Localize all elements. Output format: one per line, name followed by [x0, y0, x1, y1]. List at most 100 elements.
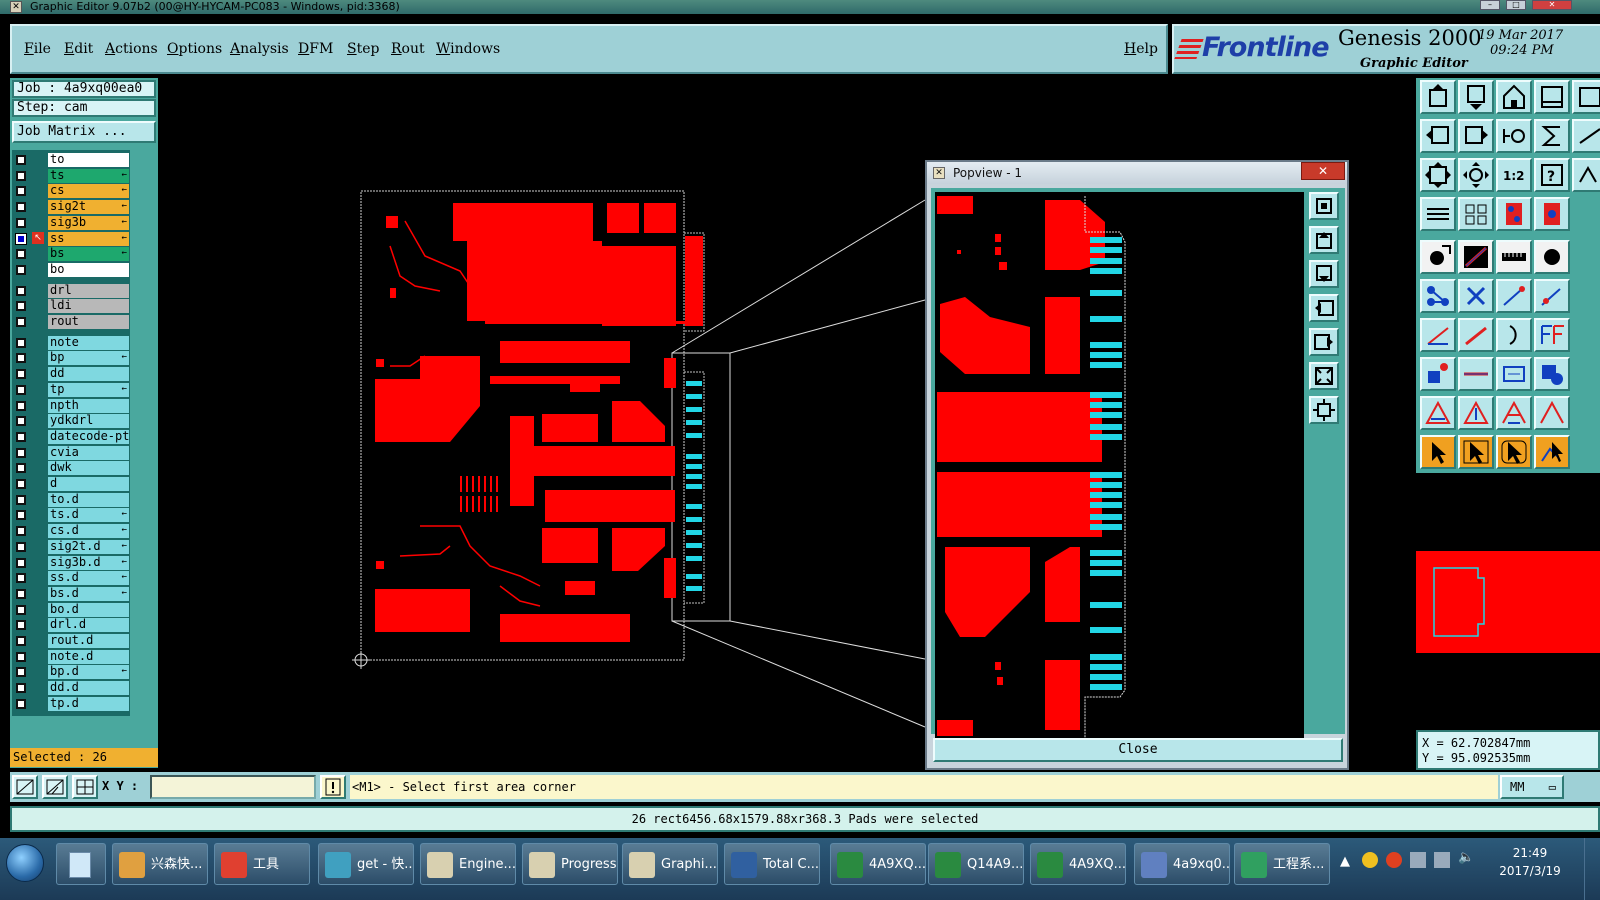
layer-checkbox[interactable] [16, 526, 26, 537]
triangle-b-icon[interactable] [1534, 396, 1570, 430]
taskbar-item[interactable]: Total C... [724, 843, 820, 885]
menu-step[interactable]: Step [347, 41, 379, 57]
slash-line-icon[interactable] [1458, 318, 1494, 352]
layer-checkbox[interactable] [16, 541, 26, 552]
layer-row[interactable]: ↖ ss ← [12, 231, 130, 246]
layer-row[interactable]: bp ← [12, 350, 130, 366]
connect-nodes-icon[interactable] [1420, 279, 1456, 313]
layer-checkbox[interactable] [16, 317, 26, 327]
zoom-fit-icon[interactable] [1420, 158, 1456, 192]
layer-row[interactable]: dd [12, 366, 130, 382]
zoom-down-icon[interactable] [1458, 80, 1494, 114]
surface-icon[interactable] [1534, 357, 1570, 391]
layer-name[interactable]: bo [48, 262, 129, 277]
layer-name[interactable]: sig3b ← [48, 215, 129, 230]
layer-row[interactable]: note.d [12, 649, 130, 664]
layer-row[interactable]: cs.d ← [12, 523, 130, 539]
layer-checkbox[interactable] [16, 249, 26, 260]
layer-checkbox[interactable] [16, 479, 26, 489]
snap-icon[interactable] [1572, 158, 1600, 192]
layer-checkbox[interactable] [16, 463, 26, 474]
layer-checkbox[interactable] [16, 202, 26, 213]
layer-checkbox[interactable] [16, 573, 26, 584]
popview-pan-right-button[interactable] [1309, 328, 1339, 356]
line-add-icon[interactable] [1458, 240, 1494, 274]
layer-name[interactable]: cvia [48, 445, 129, 460]
text-f-icon[interactable] [1534, 318, 1570, 352]
layer-name[interactable]: dwk [48, 461, 129, 476]
layer-name[interactable]: sig2t ← [48, 200, 129, 215]
overview-minimap[interactable] [1416, 476, 1600, 729]
layer-name[interactable]: cs ← [48, 184, 129, 199]
layer-name[interactable]: bs ← [48, 247, 129, 262]
sigma-icon[interactable] [1534, 119, 1570, 153]
taskbar-item[interactable]: 工具 [214, 843, 310, 885]
taskbar-item[interactable]: 4a9xq0... [1134, 843, 1230, 885]
tray-flag-icon[interactable] [1410, 852, 1426, 868]
quick-launch-icon[interactable] [56, 843, 106, 885]
layer-row[interactable]: npth [12, 398, 130, 413]
minimize-button[interactable]: – [1480, 0, 1500, 10]
layer-checkbox[interactable] [16, 400, 26, 411]
layer-checkbox[interactable] [16, 186, 26, 197]
net-select-icon[interactable] [1534, 197, 1570, 231]
layer-checkbox[interactable] [15, 232, 27, 245]
scale-one-to-two-icon[interactable]: 1:2 [1496, 158, 1532, 192]
layer-name[interactable]: ts ← [48, 168, 129, 183]
layer-name[interactable]: cs.d ← [48, 524, 129, 539]
popview-close-button[interactable]: Close [933, 738, 1343, 762]
snap-grid-icon[interactable] [12, 775, 38, 799]
layer-row[interactable]: drl [12, 283, 130, 298]
layer-name[interactable]: note [48, 335, 129, 350]
add-pad-icon[interactable] [1420, 357, 1456, 391]
layer-row[interactable]: d [12, 476, 130, 491]
layer-name[interactable]: npth [48, 398, 129, 413]
close-window-button[interactable]: ✕ [1532, 0, 1572, 10]
tray-network-icon[interactable] [1434, 852, 1450, 868]
layer-row[interactable]: dwk [12, 460, 130, 476]
taskbar-item[interactable]: Progress [522, 843, 618, 885]
house-icon[interactable] [1496, 80, 1532, 114]
xy-input[interactable] [150, 775, 316, 799]
layer-name[interactable]: bp ← [48, 351, 129, 366]
popview-close-icon[interactable]: ✕ [1301, 162, 1345, 180]
popview-fit-button[interactable] [1309, 362, 1339, 390]
layer-checkbox[interactable] [16, 155, 26, 165]
layer-name[interactable]: ss ← [48, 231, 129, 246]
zoom-center-icon[interactable] [1458, 158, 1494, 192]
popview-zoom-in-button[interactable] [1309, 192, 1339, 220]
maximize-button[interactable]: □ [1506, 0, 1526, 10]
layer-row[interactable]: ldi [12, 298, 130, 314]
units-selector[interactable]: MM ▭ [1500, 775, 1564, 799]
select-net-icon[interactable] [1534, 435, 1570, 469]
draw-line-icon[interactable] [1420, 318, 1456, 352]
layer-name[interactable]: to [48, 153, 129, 167]
taskbar-item[interactable]: Graphi... [622, 843, 718, 885]
snap-center-icon[interactable] [72, 775, 98, 799]
select-box-icon[interactable] [1458, 435, 1494, 469]
taskbar-item[interactable]: 工程系... [1234, 843, 1330, 885]
layer-row[interactable]: drl.d [12, 617, 130, 633]
layer-checkbox[interactable] [16, 557, 26, 568]
layer-stack-icon[interactable] [1420, 197, 1456, 231]
layer-row[interactable]: sig2t ← [12, 199, 130, 215]
popview-pan-down-button[interactable] [1309, 260, 1339, 288]
layer-checkbox[interactable] [16, 369, 26, 380]
layer-row[interactable]: rout [12, 314, 130, 329]
menu-options[interactable]: Options [167, 41, 222, 57]
taskbar-clock[interactable]: 21:49 2017/3/19 [1490, 844, 1570, 880]
layer-name[interactable]: bp.d ← [48, 665, 129, 680]
layer-row[interactable]: sig2t.d ← [12, 539, 130, 554]
menu-analysis[interactable]: Analysis [230, 41, 289, 57]
layer-checkbox[interactable] [16, 447, 26, 458]
layer-name[interactable]: datecode-ptr [48, 429, 129, 444]
popview-svg[interactable] [935, 192, 1304, 738]
layer-checkbox[interactable] [16, 667, 26, 678]
menu-actions[interactable]: Actions [105, 41, 158, 57]
layer-checkbox[interactable] [16, 588, 26, 599]
taskbar-item[interactable]: 4A9XQ... [830, 843, 926, 885]
layer-row[interactable]: to.d [12, 492, 130, 507]
layer-row[interactable]: bs.d ← [12, 586, 130, 601]
layer-name[interactable]: sig2t.d ← [48, 539, 129, 554]
layer-name[interactable]: drl.d [48, 618, 129, 633]
